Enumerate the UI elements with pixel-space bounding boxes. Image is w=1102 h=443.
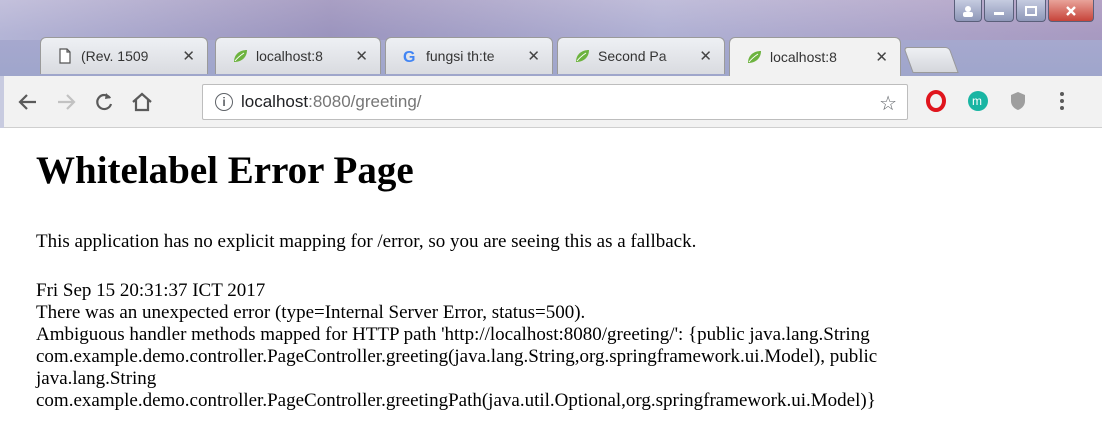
back-arrow-icon	[18, 94, 36, 110]
browser-window: (Rev. 1509 ✕ localhost:8 ✕ G fungsi th:t…	[0, 0, 1102, 443]
tab-title: localhost:8	[770, 49, 837, 65]
tab-title: Second Pa	[598, 48, 667, 64]
url-path: :8080/greeting/	[308, 92, 422, 111]
home-icon	[132, 92, 152, 112]
error-timestamp: Fri Sep 15 20:31:37 ICT 2017	[36, 280, 266, 301]
spring-leaf-icon	[746, 49, 762, 65]
opera-extension-button[interactable]	[924, 89, 948, 113]
close-window-button[interactable]	[1048, 0, 1094, 22]
tab-close-icon[interactable]: ✕	[182, 47, 195, 65]
tab-fungsi[interactable]: G fungsi th:te ✕	[385, 37, 553, 74]
close-icon	[1066, 5, 1076, 16]
error-message-line: Ambiguous handler methods mapped for HTT…	[36, 324, 870, 345]
error-message-line: java.lang.String	[36, 368, 157, 389]
intro-text: This application has no explicit mapping…	[36, 231, 697, 252]
maximize-button[interactable]	[1016, 0, 1046, 22]
title-bar: (Rev. 1509 ✕ localhost:8 ✕ G fungsi th:t…	[0, 0, 1102, 76]
tab-close-icon[interactable]: ✕	[699, 47, 712, 65]
shield-extension-button[interactable]	[1006, 89, 1030, 113]
minimize-button[interactable]	[984, 0, 1014, 22]
home-button[interactable]	[128, 88, 156, 116]
reload-button[interactable]	[90, 88, 118, 116]
svg-text:G: G	[403, 49, 415, 64]
spring-leaf-icon	[232, 48, 248, 64]
tab-localhost-1[interactable]: localhost:8 ✕	[215, 37, 381, 74]
error-message-line: com.example.demo.controller.PageControll…	[36, 346, 878, 367]
tab-localhost-active[interactable]: localhost:8 ✕	[729, 37, 901, 76]
user-profile-button[interactable]	[954, 0, 982, 22]
page-title: Whitelabel Error Page	[36, 149, 414, 192]
mercury-m-icon: m	[968, 91, 988, 111]
browser-toolbar: i localhost:8080/greeting/ ☆ m	[0, 76, 1102, 128]
tab-second-page[interactable]: Second Pa ✕	[557, 37, 725, 74]
tab-title: (Rev. 1509	[81, 48, 149, 64]
google-icon: G	[402, 48, 418, 64]
back-button[interactable]	[14, 88, 42, 116]
menu-button[interactable]	[1050, 89, 1074, 113]
more-vertical-icon	[1060, 92, 1064, 110]
tab-title: localhost:8	[256, 48, 323, 64]
reload-icon	[96, 93, 113, 111]
error-type: There was an unexpected error (type=Inte…	[36, 302, 586, 323]
tab-title: fungsi th:te	[426, 48, 495, 64]
bookmark-star-icon[interactable]: ☆	[879, 91, 897, 116]
url-host: localhost	[241, 92, 309, 111]
site-info-icon[interactable]: i	[215, 93, 233, 111]
url-text[interactable]: localhost:8080/greeting/	[241, 92, 422, 112]
error-message-line: com.example.demo.controller.PageControll…	[36, 390, 876, 411]
forward-button[interactable]	[52, 88, 80, 116]
mercury-extension-button[interactable]: m	[966, 89, 990, 113]
window-controls	[954, 0, 1094, 26]
new-tab-button[interactable]	[903, 47, 959, 73]
tab-close-icon[interactable]: ✕	[355, 47, 368, 65]
tab-close-icon[interactable]: ✕	[527, 47, 540, 65]
address-bar[interactable]: i localhost:8080/greeting/ ☆	[202, 84, 908, 120]
shield-icon	[1011, 92, 1025, 110]
document-icon	[57, 48, 73, 64]
minimize-icon	[994, 11, 1004, 15]
error-details: Fri Sep 15 20:31:37 ICT 2017 There was a…	[36, 280, 1096, 412]
user-icon	[963, 5, 973, 17]
page-content: Whitelabel Error Page This application h…	[0, 128, 1102, 443]
tab-close-icon[interactable]: ✕	[875, 48, 888, 66]
opera-icon	[926, 90, 946, 112]
tab-rev-1509[interactable]: (Rev. 1509 ✕	[40, 37, 208, 74]
maximize-icon	[1025, 5, 1037, 16]
svg-text:m: m	[972, 94, 982, 108]
spring-leaf-icon	[574, 48, 590, 64]
forward-arrow-icon	[58, 94, 76, 110]
